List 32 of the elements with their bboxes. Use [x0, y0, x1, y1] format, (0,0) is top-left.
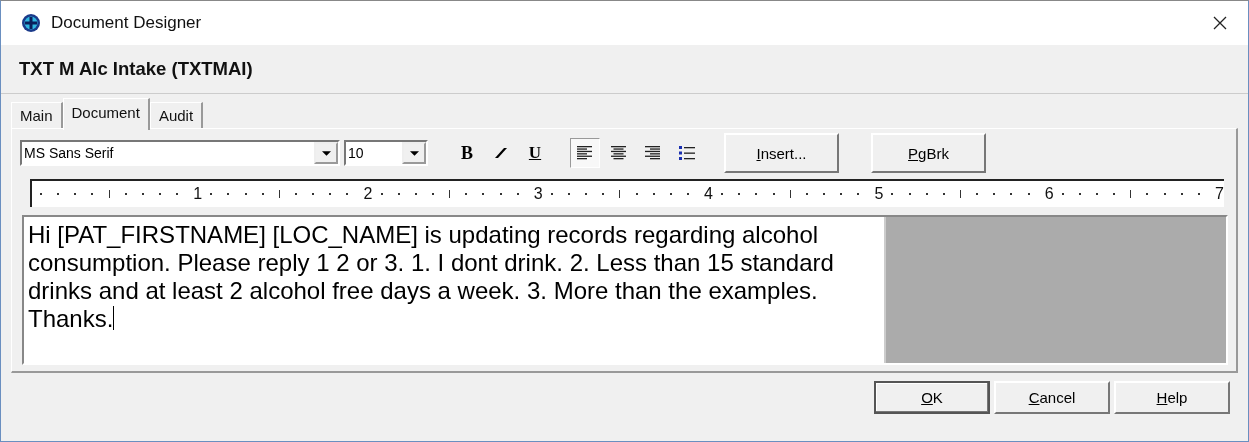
dialog-button[interactable]: OK: [874, 381, 990, 414]
ruler-number: 7: [1214, 185, 1224, 203]
tab[interactable]: Audit: [149, 102, 204, 128]
align-left-button[interactable]: [570, 138, 600, 168]
close-icon[interactable]: [1212, 15, 1228, 31]
tab[interactable]: Main: [11, 102, 63, 128]
underline-button[interactable]: U: [520, 138, 550, 168]
bullet-list-icon: [679, 146, 695, 160]
record-heading: TXT M Alc Intake (TXTMAI): [19, 58, 253, 80]
tab[interactable]: Document: [62, 98, 150, 130]
page-break-button[interactable]: PgBrk: [871, 133, 986, 173]
italic-icon: [494, 147, 508, 159]
dialog-button[interactable]: Cancel: [994, 381, 1110, 414]
ruler-number: 1: [193, 185, 203, 203]
align-left-icon: [577, 146, 593, 160]
caret-icon: [409, 150, 419, 156]
ruler-number: 3: [533, 185, 543, 203]
bold-button[interactable]: B: [452, 138, 482, 168]
window-title: Document Designer: [51, 13, 203, 33]
dialog-button[interactable]: Help: [1114, 381, 1230, 414]
insert-button[interactable]: Insert...: [724, 133, 839, 173]
ruler-number: 4: [704, 185, 713, 203]
size-dropdown[interactable]: 10: [344, 140, 428, 166]
ruler-number: 6: [1044, 185, 1054, 203]
text-editor[interactable]: Hi [PAT_FIRSTNAME] [LOC_NAME] is updating records regarding alcohol consumption. Please reply 1 2 or 3. 1. I dont drink. 2. Less than 15 standard drinks and at least 2 alcohol free days a week. 3. More than the examples. Thanks.: [24, 217, 884, 363]
ruler-number: 5: [874, 185, 884, 203]
font-dropdown[interactable]: MS Sans Serif: [20, 140, 340, 166]
caret-icon: [321, 150, 331, 156]
app-icon: [21, 13, 41, 33]
ruler-number: 2: [363, 185, 373, 203]
align-right-icon: [645, 146, 661, 160]
align-center-icon: [611, 146, 627, 160]
